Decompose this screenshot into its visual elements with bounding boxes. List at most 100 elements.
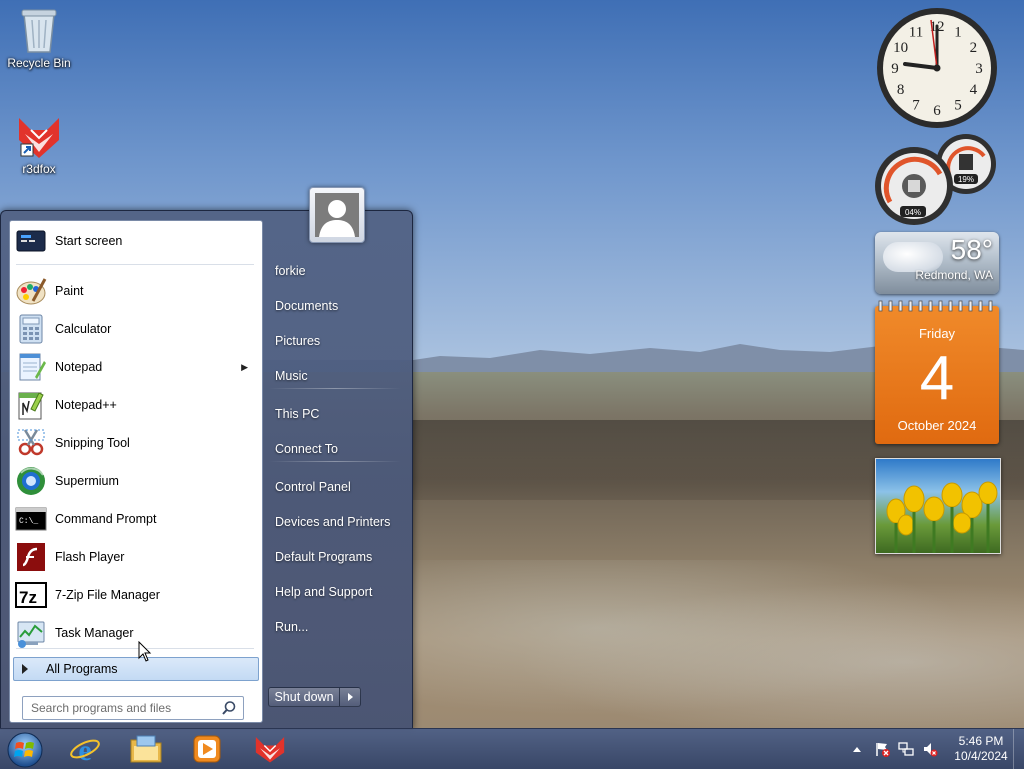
- start-link-default-programs[interactable]: Default Programs: [267, 542, 405, 572]
- start-menu: Start screen Paint Calculator Notepad ▶ Notep…: [0, 187, 413, 730]
- weather-gadget[interactable]: 58° Redmond, WA: [875, 232, 999, 294]
- start-link-run[interactable]: Run...: [267, 612, 405, 642]
- notepad-icon: [19, 353, 46, 381]
- recycle-bin-label: Recycle Bin: [7, 56, 71, 70]
- show-desktop-button[interactable]: [1013, 729, 1024, 769]
- start-link-pictures[interactable]: Pictures: [267, 326, 405, 356]
- clock-numeral: 6: [933, 103, 941, 119]
- calculator-icon: [19, 314, 43, 344]
- start-link-help-and-support[interactable]: Help and Support: [267, 577, 405, 607]
- program-item-notepad[interactable]: Notepad++: [12, 387, 260, 423]
- clock-numeral: 4: [970, 82, 978, 98]
- taskbar-internet-explorer[interactable]: e: [58, 731, 112, 767]
- svg-text:7z: 7z: [19, 588, 37, 607]
- start-link-documents[interactable]: Documents: [267, 291, 405, 321]
- start-menu-programs-pane: Start screen Paint Calculator Notepad ▶ Notep…: [9, 220, 263, 723]
- cpu-meter-gadget[interactable]: 19% 04%: [874, 134, 1000, 226]
- flash-player-icon: [17, 543, 45, 571]
- shutdown-label: Shut down: [274, 690, 334, 704]
- start-link-control-panel[interactable]: Control Panel: [267, 472, 405, 502]
- program-item-notepad[interactable]: Notepad ▶: [12, 349, 260, 385]
- network-icon[interactable]: [898, 741, 914, 757]
- user-avatar[interactable]: [309, 187, 365, 243]
- slideshow-gadget[interactable]: [875, 458, 1001, 554]
- taskbar-file-explorer[interactable]: [119, 731, 173, 767]
- clock-numeral: 10: [893, 40, 908, 56]
- desktop-icon-recycle-bin[interactable]: Recycle Bin: [1, 6, 77, 70]
- chevron-right-icon: [347, 693, 353, 701]
- shutdown-options-button[interactable]: [340, 687, 361, 707]
- taskbar-r3dfox[interactable]: [243, 731, 297, 767]
- shutdown-button[interactable]: Shut down: [268, 687, 340, 707]
- program-item-7-zip-file-manager[interactable]: 7z 7-Zip File Manager: [12, 577, 260, 613]
- file-explorer-icon: [130, 735, 162, 763]
- program-label: Notepad: [55, 360, 103, 374]
- program-label: 7-Zip File Manager: [55, 588, 160, 602]
- action-center-flag-icon[interactable]: [874, 741, 890, 757]
- r3dfox-icon: [19, 118, 59, 158]
- start-search-input[interactable]: [23, 700, 221, 716]
- program-label: Snipping Tool: [55, 436, 130, 450]
- weather-location: Redmond, WA: [915, 268, 993, 282]
- clock-numeral: 1: [954, 25, 962, 41]
- r3dfox-label: r3dfox: [22, 162, 56, 176]
- cpu-reading: 04%: [905, 208, 921, 217]
- desktop-icon-r3dfox[interactable]: r3dfox: [1, 114, 77, 176]
- program-item-calculator[interactable]: Calculator: [12, 311, 260, 347]
- task-manager-icon: [17, 621, 45, 648]
- clock-gadget[interactable]: 121234567891011: [875, 6, 999, 130]
- program-item-command-prompt[interactable]: C:\_ Command Prompt: [12, 501, 260, 537]
- svg-text:e: e: [78, 734, 91, 765]
- calendar-weekday: Friday: [918, 326, 956, 341]
- clock-numeral: 9: [891, 61, 899, 77]
- clock-numeral: 5: [954, 97, 962, 113]
- svg-text:C:\_: C:\_: [19, 517, 38, 526]
- snipping-tool-icon: [17, 429, 45, 456]
- paint-icon: [16, 278, 47, 305]
- internet-explorer-icon: e: [70, 734, 100, 765]
- calendar-gadget[interactable]: Friday 4 October 2024: [875, 300, 999, 444]
- start-link-devices-and-printers[interactable]: Devices and Printers: [267, 507, 405, 537]
- start-link-forkie[interactable]: forkie: [267, 256, 405, 286]
- weather-temperature: 58°: [950, 234, 993, 265]
- volume-muted-icon[interactable]: [922, 741, 938, 757]
- program-item-paint[interactable]: Paint: [12, 273, 260, 309]
- taskbar-media-player[interactable]: [180, 731, 234, 767]
- program-label: Command Prompt: [55, 512, 157, 526]
- command-prompt-icon: C:\_: [15, 507, 47, 531]
- tulips-photo: [886, 481, 998, 553]
- program-item-start-screen[interactable]: Start screen: [12, 223, 260, 259]
- search-icon[interactable]: [221, 700, 237, 716]
- clock-numeral: 8: [897, 82, 905, 98]
- start-search-box[interactable]: [22, 696, 244, 720]
- start-orb-button[interactable]: [5, 731, 45, 769]
- user-icon: [319, 200, 355, 237]
- recycle-bin-icon: [21, 9, 57, 53]
- submenu-arrow-icon: ▶: [241, 361, 248, 372]
- program-item-flash-player[interactable]: Flash Player: [12, 539, 260, 575]
- start-link-music[interactable]: Music: [267, 361, 405, 391]
- taskbar: e 5:46 PM 10/4/2024: [0, 728, 1024, 769]
- media-player-icon: [193, 735, 221, 763]
- start-screen-icon: [16, 230, 46, 252]
- clock-numeral: 7: [912, 97, 920, 113]
- start-link-connect-to[interactable]: Connect To: [267, 434, 405, 464]
- program-item-snipping-tool[interactable]: Snipping Tool: [12, 425, 260, 461]
- program-label: Notepad++: [55, 398, 117, 412]
- program-label: Supermium: [55, 474, 119, 488]
- all-programs-button[interactable]: All Programs: [13, 657, 259, 681]
- taskbar-clock[interactable]: 5:46 PM 10/4/2024: [946, 734, 1016, 764]
- start-link-this-pc[interactable]: This PC: [267, 399, 405, 429]
- clock-numeral: 2: [970, 40, 978, 56]
- program-label: Paint: [55, 284, 84, 298]
- calendar-day: 4: [919, 344, 955, 413]
- program-item-task-manager[interactable]: Task Manager: [12, 615, 260, 651]
- r3dfox-icon: [255, 736, 285, 763]
- triangle-right-icon: [22, 664, 28, 674]
- clock-numeral: 11: [909, 25, 923, 41]
- notepad-plus-plus-icon: [18, 392, 44, 420]
- calendar-month-year: October 2024: [897, 418, 977, 433]
- program-item-supermium[interactable]: Supermium: [12, 463, 260, 499]
- seven-zip-icon: 7z: [15, 582, 47, 608]
- show-hidden-icons-icon[interactable]: [851, 744, 863, 754]
